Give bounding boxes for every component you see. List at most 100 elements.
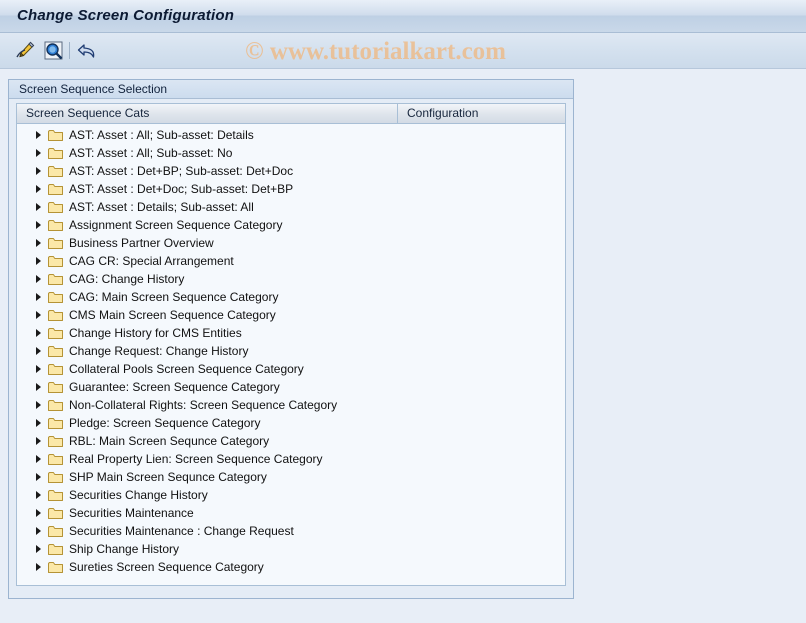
tree-row[interactable]: RBL: Main Screen Sequnce Category xyxy=(17,432,565,450)
folder-icon xyxy=(47,162,64,180)
expand-arrow-icon[interactable] xyxy=(33,324,47,342)
column-header-screen-sequence-cats[interactable]: Screen Sequence Cats xyxy=(17,104,398,123)
tree-row[interactable]: Securities Maintenance xyxy=(17,504,565,522)
expand-arrow-icon[interactable] xyxy=(33,450,47,468)
folder-icon xyxy=(47,342,64,360)
tree-row[interactable]: Non-Collateral Rights: Screen Sequence C… xyxy=(17,396,565,414)
expand-arrow-icon[interactable] xyxy=(33,288,47,306)
tree-row[interactable]: SHP Main Screen Sequnce Category xyxy=(17,468,565,486)
tree-row[interactable]: CAG: Change History xyxy=(17,270,565,288)
tree-row-label: Change History for CMS Entities xyxy=(69,326,242,340)
expand-arrow-icon[interactable] xyxy=(33,486,47,504)
toolbar xyxy=(0,33,806,69)
tree-row[interactable]: Assignment Screen Sequence Category xyxy=(17,216,565,234)
expand-arrow-icon[interactable] xyxy=(33,270,47,288)
expand-arrow-icon[interactable] xyxy=(33,144,47,162)
tree-row[interactable]: Collateral Pools Screen Sequence Categor… xyxy=(17,360,565,378)
tree-row-label: Real Property Lien: Screen Sequence Cate… xyxy=(69,452,323,466)
expand-arrow-icon[interactable] xyxy=(33,396,47,414)
expand-arrow-icon[interactable] xyxy=(33,468,47,486)
tree-row-label: Guarantee: Screen Sequence Category xyxy=(69,380,280,394)
magnifier-display-icon xyxy=(40,38,66,64)
expand-arrow-icon[interactable] xyxy=(33,540,47,558)
folder-icon xyxy=(47,270,64,288)
tree-row-label: Pledge: Screen Sequence Category xyxy=(69,416,261,430)
folder-icon xyxy=(47,468,64,486)
folder-icon xyxy=(47,540,64,558)
tree-row-label: AST: Asset : All; Sub-asset: No xyxy=(69,146,233,160)
display-button[interactable] xyxy=(40,38,66,64)
tree-row-label: AST: Asset : Details; Sub-asset: All xyxy=(69,200,254,214)
tree-row[interactable]: Change Request: Change History xyxy=(17,342,565,360)
tree-row[interactable]: Real Property Lien: Screen Sequence Cate… xyxy=(17,450,565,468)
tree-row[interactable]: CAG CR: Special Arrangement xyxy=(17,252,565,270)
folder-icon xyxy=(47,396,64,414)
tree-row[interactable]: Guarantee: Screen Sequence Category xyxy=(17,378,565,396)
tree-row[interactable]: Business Partner Overview xyxy=(17,234,565,252)
expand-arrow-icon[interactable] xyxy=(33,126,47,144)
folder-icon xyxy=(47,306,64,324)
expand-arrow-icon[interactable] xyxy=(33,432,47,450)
tree-row[interactable]: AST: Asset : All; Sub-asset: Details xyxy=(17,126,565,144)
tree-row-label: Sureties Screen Sequence Category xyxy=(69,560,264,574)
expand-arrow-icon[interactable] xyxy=(33,162,47,180)
expand-arrow-icon[interactable] xyxy=(33,306,47,324)
tree-row[interactable]: AST: Asset : Details; Sub-asset: All xyxy=(17,198,565,216)
tree-row[interactable]: AST: Asset : Det+BP; Sub-asset: Det+Doc xyxy=(17,162,565,180)
tree-row-label: AST: Asset : Det+BP; Sub-asset: Det+Doc xyxy=(69,164,294,178)
tree-row-label: AST: Asset : All; Sub-asset: Details xyxy=(69,128,254,142)
expand-arrow-icon[interactable] xyxy=(33,234,47,252)
tree-row[interactable]: CAG: Main Screen Sequence Category xyxy=(17,288,565,306)
tree-row-label: AST: Asset : Det+Doc; Sub-asset: Det+BP xyxy=(69,182,294,196)
folder-icon xyxy=(47,378,64,396)
folder-icon xyxy=(47,522,64,540)
tree-row[interactable]: AST: Asset : All; Sub-asset: No xyxy=(17,144,565,162)
back-button[interactable] xyxy=(74,38,100,64)
page-title: Change Screen Configuration xyxy=(17,7,235,24)
expand-arrow-icon[interactable] xyxy=(33,180,47,198)
toolbar-separator xyxy=(69,42,70,59)
tree-row-label: RBL: Main Screen Sequnce Category xyxy=(69,434,270,448)
folder-icon xyxy=(47,144,64,162)
tree-row-label: Non-Collateral Rights: Screen Sequence C… xyxy=(69,398,338,412)
folder-icon xyxy=(47,288,64,306)
screen-sequence-selection-panel: Screen Sequence Selection Screen Sequenc… xyxy=(8,79,574,599)
tree-row[interactable]: Change History for CMS Entities xyxy=(17,324,565,342)
tree-row[interactable]: Securities Maintenance : Change Request xyxy=(17,522,565,540)
expand-arrow-icon[interactable] xyxy=(33,558,47,576)
tree-row-label: CMS Main Screen Sequence Category xyxy=(69,308,276,322)
folder-icon xyxy=(47,180,64,198)
tree-row-label: CAG: Main Screen Sequence Category xyxy=(69,290,279,304)
tree-row[interactable]: Securities Change History xyxy=(17,486,565,504)
folder-icon xyxy=(47,198,64,216)
expand-arrow-icon[interactable] xyxy=(33,252,47,270)
expand-arrow-icon[interactable] xyxy=(33,342,47,360)
tree-row[interactable]: AST: Asset : Det+Doc; Sub-asset: Det+BP xyxy=(17,180,565,198)
expand-arrow-icon[interactable] xyxy=(33,504,47,522)
expand-arrow-icon[interactable] xyxy=(33,378,47,396)
window-titlebar: Change Screen Configuration xyxy=(0,0,806,33)
folder-icon xyxy=(47,432,64,450)
expand-arrow-icon[interactable] xyxy=(33,198,47,216)
folder-icon xyxy=(47,486,64,504)
expand-arrow-icon[interactable] xyxy=(33,522,47,540)
folder-icon xyxy=(47,216,64,234)
tree-row-label: CAG: Change History xyxy=(69,272,185,286)
tree-row-label: Change Request: Change History xyxy=(69,344,249,358)
tree-row[interactable]: Sureties Screen Sequence Category xyxy=(17,558,565,576)
folder-icon xyxy=(47,414,64,432)
tree-column-header: Screen Sequence Cats Configuration xyxy=(17,104,565,124)
folder-icon xyxy=(47,234,64,252)
tree-row[interactable]: Pledge: Screen Sequence Category xyxy=(17,414,565,432)
tree-row[interactable]: CMS Main Screen Sequence Category xyxy=(17,306,565,324)
folder-icon xyxy=(47,324,64,342)
change-edit-button[interactable] xyxy=(12,38,38,64)
expand-arrow-icon[interactable] xyxy=(33,414,47,432)
folder-icon xyxy=(47,252,64,270)
column-header-configuration[interactable]: Configuration xyxy=(398,104,565,123)
tree-row-label: Securities Maintenance xyxy=(69,506,194,520)
screen-sequence-tree: Screen Sequence Cats Configuration AST: … xyxy=(16,103,566,586)
expand-arrow-icon[interactable] xyxy=(33,360,47,378)
expand-arrow-icon[interactable] xyxy=(33,216,47,234)
tree-row[interactable]: Ship Change History xyxy=(17,540,565,558)
